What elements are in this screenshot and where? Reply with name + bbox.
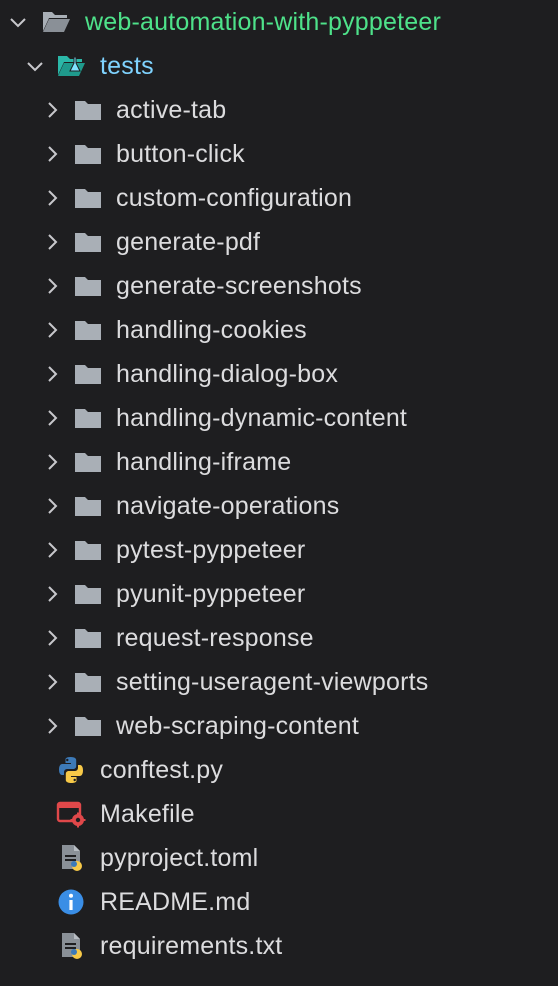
- test-folder-open-icon: [56, 52, 86, 80]
- tree-item-folder[interactable]: pyunit-pyppeteer: [0, 572, 558, 616]
- info-icon: [56, 888, 86, 916]
- tree-item-label: web-scraping-content: [116, 711, 360, 740]
- tree-item-file[interactable]: Makefile: [0, 792, 558, 836]
- folder-icon: [73, 272, 103, 300]
- folder-icon: [73, 404, 103, 432]
- tree-item-folder[interactable]: web-scraping-content: [0, 704, 558, 748]
- tree-item-folder[interactable]: pytest-pyppeteer: [0, 528, 558, 572]
- tree-item-root-folder[interactable]: web-automation-with-pyppeteer: [0, 0, 558, 44]
- tree-item-label: handling-iframe: [116, 447, 292, 476]
- tree-item-label: request-response: [116, 623, 314, 652]
- folder-icon: [73, 536, 103, 564]
- chevron-right-icon[interactable]: [39, 229, 65, 255]
- folder-icon: [73, 580, 103, 608]
- tree-item-folder[interactable]: generate-screenshots: [0, 264, 558, 308]
- tree-item-folder[interactable]: generate-pdf: [0, 220, 558, 264]
- chevron-right-icon[interactable]: [39, 449, 65, 475]
- makefile-icon: [56, 800, 86, 828]
- tree-item-label: README.md: [100, 887, 251, 916]
- tree-item-label: pyproject.toml: [100, 843, 259, 872]
- chevron-down-icon[interactable]: [5, 9, 31, 35]
- tree-item-label: custom-configuration: [116, 183, 353, 212]
- tree-item-label: Makefile: [100, 799, 195, 828]
- tree-item-label: requirements.txt: [100, 931, 283, 960]
- folder-icon: [73, 360, 103, 388]
- tree-item-label: navigate-operations: [116, 491, 340, 520]
- folder-icon: [73, 96, 103, 124]
- chevron-right-icon[interactable]: [39, 97, 65, 123]
- chevron-down-icon[interactable]: [22, 53, 48, 79]
- tree-item-label: setting-useragent-viewports: [116, 667, 429, 696]
- folder-icon: [73, 448, 103, 476]
- chevron-right-icon[interactable]: [39, 361, 65, 387]
- tree-item-folder[interactable]: handling-dialog-box: [0, 352, 558, 396]
- chevron-right-icon[interactable]: [39, 405, 65, 431]
- chevron-right-icon[interactable]: [39, 625, 65, 651]
- tree-item-label: conftest.py: [100, 755, 224, 784]
- tree-item-label: handling-dialog-box: [116, 359, 339, 388]
- folder-icon: [73, 140, 103, 168]
- tree-item-file[interactable]: conftest.py: [0, 748, 558, 792]
- requirements-file-icon: [56, 932, 86, 960]
- chevron-right-icon[interactable]: [39, 273, 65, 299]
- folder-icon: [73, 492, 103, 520]
- tree-item-folder[interactable]: request-response: [0, 616, 558, 660]
- folder-icon: [73, 668, 103, 696]
- tree-item-label: button-click: [116, 139, 245, 168]
- tree-item-label: generate-pdf: [116, 227, 261, 256]
- tree-item-label: pytest-pyppeteer: [116, 535, 306, 564]
- tree-item-file[interactable]: README.md: [0, 880, 558, 924]
- tree-item-file[interactable]: pyproject.toml: [0, 836, 558, 880]
- tree-item-folder[interactable]: handling-cookies: [0, 308, 558, 352]
- tree-item-label: pyunit-pyppeteer: [116, 579, 306, 608]
- tree-item-folder[interactable]: navigate-operations: [0, 484, 558, 528]
- chevron-right-icon[interactable]: [39, 581, 65, 607]
- folder-icon: [73, 184, 103, 212]
- tree-item-folder[interactable]: custom-configuration: [0, 176, 558, 220]
- tree-item-label: handling-dynamic-content: [116, 403, 408, 432]
- folder-icon: [73, 712, 103, 740]
- chevron-right-icon[interactable]: [39, 713, 65, 739]
- tree-item-folder[interactable]: setting-useragent-viewports: [0, 660, 558, 704]
- tree-item-file[interactable]: requirements.txt: [0, 924, 558, 968]
- chevron-right-icon[interactable]: [39, 537, 65, 563]
- folder-icon: [73, 228, 103, 256]
- tree-item-label: active-tab: [116, 95, 227, 124]
- chevron-right-icon[interactable]: [39, 493, 65, 519]
- chevron-right-icon[interactable]: [39, 141, 65, 167]
- chevron-right-icon[interactable]: [39, 669, 65, 695]
- tree-item-label: generate-screenshots: [116, 271, 362, 300]
- tree-item-folder[interactable]: handling-iframe: [0, 440, 558, 484]
- tree-item-folder[interactable]: active-tab: [0, 88, 558, 132]
- tree-item-label: tests: [100, 51, 154, 80]
- chevron-right-icon[interactable]: [39, 185, 65, 211]
- chevron-right-icon[interactable]: [39, 317, 65, 343]
- folder-icon: [73, 316, 103, 344]
- tree-item-folder[interactable]: button-click: [0, 132, 558, 176]
- folder-open-icon: [41, 8, 71, 36]
- tree-item-label: handling-cookies: [116, 315, 307, 344]
- tree-item-label: web-automation-with-pyppeteer: [85, 7, 441, 36]
- tree-item-tests-folder[interactable]: tests: [0, 44, 558, 88]
- folder-icon: [73, 624, 103, 652]
- python-file-icon: [56, 756, 86, 784]
- tree-item-folder[interactable]: handling-dynamic-content: [0, 396, 558, 440]
- toml-file-icon: [56, 844, 86, 872]
